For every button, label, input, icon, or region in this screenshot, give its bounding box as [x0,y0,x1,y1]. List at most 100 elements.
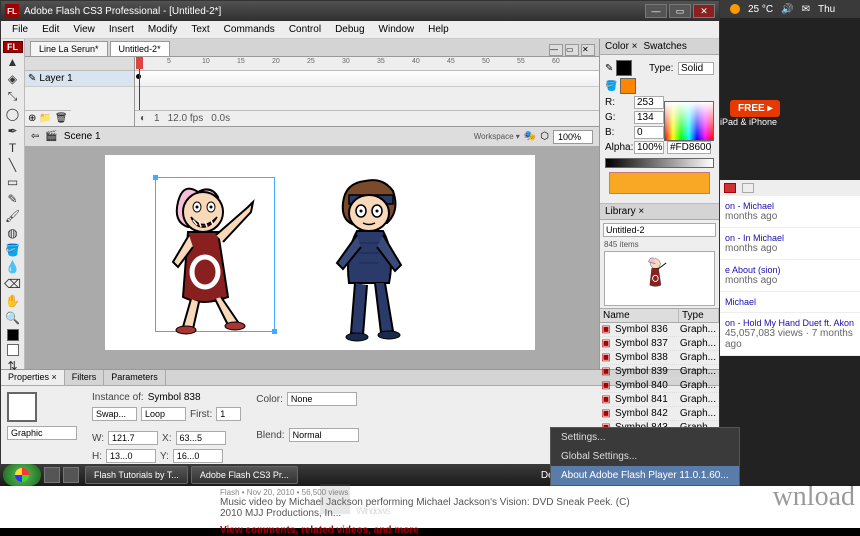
delete-layer-icon[interactable]: 🗑 [55,113,68,124]
rectangle-tool[interactable]: ▭ [4,174,22,190]
new-folder-icon[interactable]: 📁 [39,113,51,124]
col-type[interactable]: Type [679,309,719,322]
eraser-tool[interactable]: ⌫ [4,276,22,292]
close-button[interactable]: ✕ [693,4,715,18]
tab-swatches[interactable]: Swatches [644,41,693,52]
maximize-button[interactable]: ▭ [669,4,691,18]
view-comments-link[interactable]: View comments, related videos, and more [220,525,640,536]
cm-settings[interactable]: Settings... [551,428,739,447]
hex-input[interactable]: #FD8600 [667,141,711,154]
video-item[interactable]: e About (sion)months ago [720,260,860,292]
instance-type-select[interactable]: Graphic [7,426,77,440]
new-layer-icon[interactable]: ⊕ [28,113,36,124]
paint-bucket-tool[interactable]: 🪣 [4,242,22,258]
menu-window[interactable]: Window [372,22,422,37]
subselect-tool[interactable]: ◈ [4,71,22,87]
menu-help[interactable]: Help [421,22,456,37]
blend-select[interactable]: Normal [289,428,359,442]
stage[interactable] [105,155,535,350]
selection-tool[interactable]: ▲ [4,54,22,70]
first-input[interactable] [216,407,241,421]
doc-restore-icon[interactable]: ▭ [565,44,579,56]
brush-tool[interactable]: 🖌 [4,208,22,224]
titlebar[interactable]: FL Adobe Flash CS3 Professional - [Untit… [1,1,719,21]
color-effect-select[interactable]: None [287,392,357,406]
taskbar-task[interactable]: Adobe Flash CS3 Pr... [191,466,298,484]
cm-about[interactable]: About Adobe Flash Player 11.0.1.60... [551,466,739,485]
edit-symbol-icon[interactable]: ⬡ [540,131,549,142]
mail-icon[interactable]: ✉ [802,4,810,15]
start-button[interactable] [3,464,41,486]
menu-file[interactable]: File [5,22,35,37]
video-item[interactable]: on - Michaelmonths ago [720,196,860,228]
w-input[interactable] [108,431,158,445]
free-button[interactable]: FREE ▸ [730,100,780,117]
menu-text[interactable]: Text [184,22,216,37]
menu-insert[interactable]: Insert [102,22,141,37]
stroke-swatch[interactable] [616,60,632,76]
zoom-tool[interactable]: 🔍 [4,310,22,326]
ink-bottle-tool[interactable]: ◍ [4,225,22,241]
stroke-color[interactable] [4,328,22,342]
library-doc-select[interactable]: Untitled-2 [603,223,716,237]
timeline-frames[interactable]: 151015202530354045505560 ◐ 1 12.0 fps 0.… [135,57,599,126]
doc-minimize-icon[interactable]: — [549,44,563,56]
tab-parameters[interactable]: Parameters [104,370,166,385]
free-transform-tool[interactable]: ⤡ [4,88,22,105]
x-input[interactable] [176,431,226,445]
scene-name[interactable]: Scene 1 [64,131,101,142]
gradient-strip[interactable] [605,158,714,168]
menu-commands[interactable]: Commands [217,22,282,37]
character-left[interactable] [153,177,283,337]
speaker-icon[interactable]: 🔊 [781,4,793,15]
eyedropper-tool[interactable]: 💧 [4,259,22,275]
h-input[interactable] [106,449,156,463]
menu-debug[interactable]: Debug [328,22,371,37]
taskbar-task[interactable]: Flash Tutorials by T... [85,466,188,484]
library-item[interactable]: ▣Symbol 838Graph... [600,351,719,365]
frame-track[interactable] [135,71,599,87]
library-item[interactable]: ▣Symbol 842Graph... [600,407,719,421]
layer-name[interactable]: Layer 1 [39,73,72,84]
y-input[interactable] [173,449,223,463]
line-tool[interactable]: ╲ [4,157,22,173]
library-item[interactable]: ▣Symbol 841Graph... [600,393,719,407]
menu-modify[interactable]: Modify [141,22,184,37]
tab-library[interactable]: Library × [605,206,650,217]
lasso-tool[interactable]: ◯ [4,106,22,122]
fill-swatch[interactable] [620,78,636,94]
workspace-label[interactable]: Workspace ▾ [474,132,520,141]
menu-edit[interactable]: Edit [35,22,66,37]
onion-skin-icon[interactable]: ◐ [140,113,146,124]
menu-control[interactable]: Control [282,22,328,37]
library-item[interactable]: ▣Symbol 839Graph... [600,365,719,379]
doc-close-icon[interactable]: ✕ [581,44,595,56]
doc-tab[interactable]: Line La Serun* [30,41,108,56]
edit-scene-icon[interactable]: 🎭 [524,131,536,142]
col-name[interactable]: Name [600,309,679,322]
video-item[interactable]: on - In Michaelmonths ago [720,228,860,260]
ql-icon[interactable] [44,467,60,483]
stage-wrapper[interactable] [25,147,599,369]
minimize-button[interactable]: — [645,4,667,18]
library-item[interactable]: ▣Symbol 837Graph... [600,337,719,351]
library-item[interactable]: ▣Symbol 840Graph... [600,379,719,393]
back-icon[interactable]: ⇦ [31,131,39,142]
layer-row[interactable]: ✎ Layer 1 [25,71,134,87]
tab-filters[interactable]: Filters [65,370,105,385]
video-item[interactable]: Michael [720,292,860,313]
pencil-tool[interactable]: ✎ [4,191,22,207]
tab-color[interactable]: Color × [605,41,644,52]
r-input[interactable]: 253 [634,96,664,109]
swap-button[interactable]: Swap... [92,407,137,421]
video-item[interactable]: on - Hold My Hand Duet ft. Akon45,057,08… [720,313,860,356]
tab-properties[interactable]: Properties × [1,370,65,385]
text-tool[interactable]: T [4,140,22,156]
alpha-input[interactable]: 100% [634,141,664,154]
ql-icon[interactable] [63,467,79,483]
zoom-input[interactable] [553,130,593,144]
hand-tool[interactable]: ✋ [4,293,22,309]
fill-color[interactable] [4,343,22,357]
pen-tool[interactable]: ✒ [4,123,22,139]
b-input[interactable]: 0 [634,126,664,139]
